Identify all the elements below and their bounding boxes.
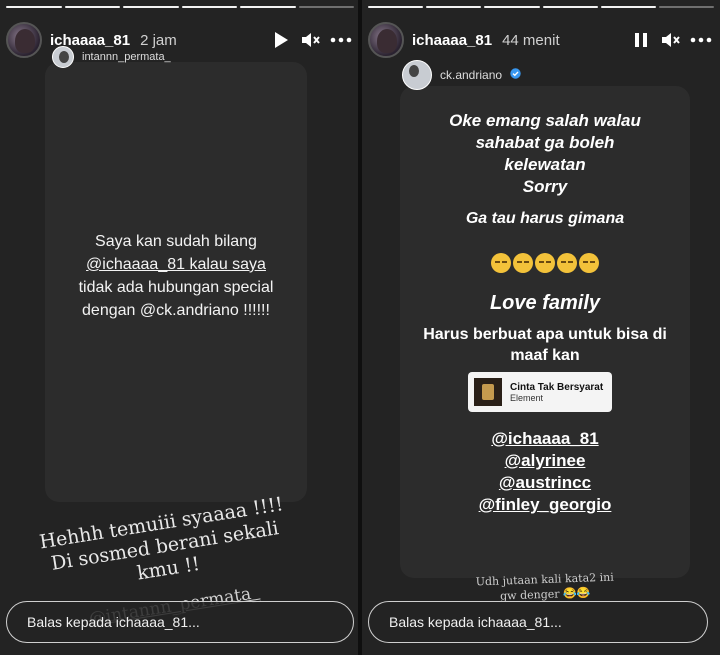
story-line: Oke emang salah walau xyxy=(449,111,641,130)
story-line: sahabat ga boleh xyxy=(475,133,615,152)
music-sticker[interactable]: Cinta Tak Bersyarat Element xyxy=(468,372,612,412)
mention-tag[interactable]: @finley_georgio xyxy=(400,494,690,516)
sad-face-icon xyxy=(579,253,599,273)
mention-tag[interactable]: @alyrinee xyxy=(400,450,690,472)
reply-placeholder: Balas kepada ichaaaa_81... xyxy=(389,614,562,630)
sad-face-icon xyxy=(491,253,511,273)
story-line: Harus berbuat apa untuk bisa di xyxy=(423,326,667,343)
progress-bar xyxy=(6,6,354,8)
story-line: Sorry xyxy=(522,177,568,196)
mention-chip[interactable]: ck.andriano xyxy=(402,60,521,90)
reply-input[interactable]: Balas kepada ichaaaa_81... xyxy=(368,601,708,643)
album-art xyxy=(474,378,502,406)
story-text: Oke emang salah walau sahabat ga boleh k… xyxy=(400,110,690,198)
avatar[interactable] xyxy=(368,22,404,58)
story-line: kelewatan xyxy=(504,155,586,174)
verified-icon xyxy=(510,66,521,84)
avatar[interactable] xyxy=(6,22,42,58)
mention-name: ck.andriano xyxy=(440,68,503,82)
sad-face-icon xyxy=(535,253,555,273)
mention-tag[interactable]: @ichaaaa_81 xyxy=(400,428,690,450)
mute-icon[interactable] xyxy=(300,29,322,51)
mention-list: @ichaaaa_81 @alyrinee @austrincc @finley… xyxy=(400,428,690,516)
post-time: 44 menit xyxy=(502,31,560,49)
sad-face-icon xyxy=(557,253,577,273)
story-line: tidak ada hubungan special xyxy=(78,279,274,296)
reply-input[interactable]: Balas kepada ichaaaa_81... xyxy=(6,601,354,643)
emoji-row xyxy=(400,253,690,273)
sad-face-icon xyxy=(513,253,533,273)
story-line[interactable]: dengan @ck.andriano !!!!!! xyxy=(45,299,307,322)
story-line: maaf kan xyxy=(510,347,580,364)
story-line: Love family xyxy=(489,292,601,314)
story-line: Ga tau harus gimana xyxy=(465,210,625,227)
more-icon[interactable] xyxy=(690,29,712,51)
story-header: ichaaaa_81 44 menit xyxy=(368,20,712,60)
song-artist: Element xyxy=(510,392,544,403)
mention-avatar xyxy=(402,60,432,90)
progress-bar xyxy=(368,6,715,8)
story-line: Saya kan sudah bilang xyxy=(95,233,257,250)
mention-tag[interactable]: @austrincc xyxy=(400,472,690,494)
mention-name: intannn_permata_ xyxy=(82,51,171,63)
mute-icon[interactable] xyxy=(660,29,682,51)
story-text: Saya kan sudah bilang @ichaaaa_81 kalau … xyxy=(45,230,307,322)
play-icon[interactable] xyxy=(270,29,292,51)
mention-chip[interactable]: intannn_permata_ xyxy=(52,46,171,68)
pause-icon[interactable] xyxy=(630,29,652,51)
story-text: Harus berbuat apa untuk bisa di maaf kan xyxy=(400,324,690,366)
song-title: Cinta Tak Bersyarat xyxy=(510,381,604,393)
story-line[interactable]: @ichaaaa_81 kalau saya xyxy=(45,253,307,276)
more-icon[interactable] xyxy=(330,29,352,51)
username[interactable]: ichaaaa_81 xyxy=(412,32,492,49)
reply-placeholder: Balas kepada ichaaaa_81... xyxy=(27,614,200,630)
mention-avatar xyxy=(52,46,74,68)
